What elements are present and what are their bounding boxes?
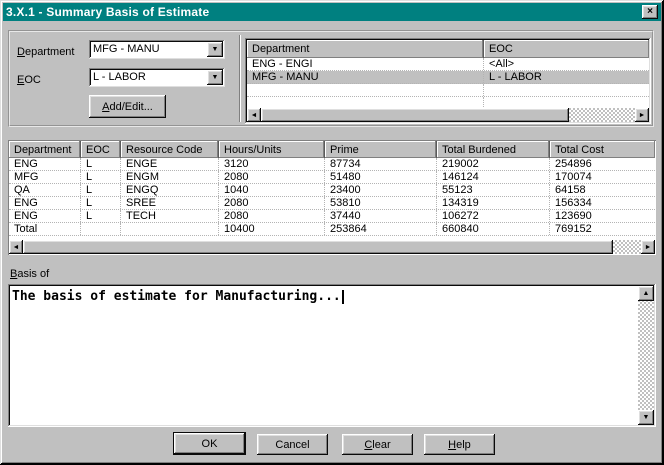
chevron-down-icon: ▼: [212, 46, 219, 53]
summary-table: Department EOC Resource Code Hours/Units…: [8, 140, 656, 255]
filter-group: Department MFG - MANU ▼ EOC L - LABOR ▼ …: [8, 30, 654, 127]
clear-button[interactable]: Clear: [342, 434, 413, 455]
title-bar[interactable]: 3.X.1 - Summary Basis of Estimate ×: [3, 3, 661, 21]
table-row[interactable]: ENG L TECH 2080 37440 106272 123690: [9, 210, 655, 223]
clear-button-label: Clear: [364, 439, 390, 451]
cancel-button[interactable]: Cancel: [257, 434, 328, 455]
selection-list-header: Department EOC: [247, 40, 649, 58]
selection-cell-department: ENG - ENGI: [247, 58, 484, 70]
help-button[interactable]: Help: [424, 434, 495, 455]
selection-list-empty-row: [247, 97, 649, 108]
chevron-down-icon: ▼: [212, 74, 219, 81]
add-edit-button-label: Add/Edit...: [102, 101, 153, 113]
header-total-cost[interactable]: Total Cost: [550, 141, 655, 158]
scroll-up-icon: ▲: [643, 290, 650, 297]
scroll-right-button[interactable]: ►: [641, 240, 655, 254]
selection-list-body: ENG - ENGI <All> MFG - MANU L - LABOR: [247, 58, 649, 108]
selection-list-empty-row: [247, 84, 649, 97]
header-department[interactable]: Department: [9, 141, 81, 158]
dialog-summary-basis-of-estimate: 3.X.1 - Summary Basis of Estimate × Depa…: [0, 0, 664, 465]
dialog-title: 3.X.1 - Summary Basis of Estimate: [6, 5, 209, 19]
eoc-label: EOC: [17, 74, 41, 86]
selection-list-row[interactable]: ENG - ENGI <All>: [247, 58, 649, 71]
selection-cell-department: MFG - MANU: [247, 71, 484, 83]
selection-cell-eoc: <All>: [484, 58, 649, 70]
header-prime[interactable]: Prime: [325, 141, 437, 158]
scroll-right-icon: ►: [645, 244, 652, 251]
basis-textarea[interactable]: The basis of estimate for Manufacturing.…: [8, 284, 656, 427]
table-row[interactable]: ENG L ENGE 3120 87734 219002 254896: [9, 158, 655, 171]
summary-table-hscrollbar[interactable]: ◄ ►: [9, 240, 655, 254]
eoc-combobox-value: L - LABOR: [93, 71, 146, 83]
close-icon: ×: [647, 7, 653, 17]
scroll-up-button[interactable]: ▲: [638, 286, 654, 301]
table-row-total[interactable]: Total 10400 253864 660840 769152: [9, 223, 655, 236]
department-dropdown-button[interactable]: ▼: [207, 42, 223, 57]
department-combobox-value: MFG - MANU: [93, 43, 160, 55]
department-combobox[interactable]: MFG - MANU ▼: [89, 40, 225, 59]
scroll-left-button[interactable]: ◄: [9, 240, 23, 254]
header-resource-code[interactable]: Resource Code: [121, 141, 219, 158]
ok-button-label: OK: [202, 438, 218, 450]
table-row[interactable]: MFG L ENGM 2080 51480 146124 170074: [9, 171, 655, 184]
group-divider: [239, 35, 241, 122]
scroll-right-button[interactable]: ►: [635, 108, 649, 122]
ok-button[interactable]: OK: [173, 432, 246, 455]
selection-list-header-department[interactable]: Department: [247, 40, 484, 58]
hscrollbar-thumb[interactable]: [261, 108, 569, 122]
table-row[interactable]: ENG L SREE 2080 53810 134319 156334: [9, 197, 655, 210]
eoc-dropdown-button[interactable]: ▼: [207, 70, 223, 85]
scroll-left-icon: ◄: [13, 244, 20, 251]
table-row[interactable]: QA L ENGQ 1040 23400 55123 64158: [9, 184, 655, 197]
selection-list: Department EOC ENG - ENGI <All> MFG - MA…: [245, 38, 651, 124]
help-button-label: Help: [448, 439, 471, 451]
scroll-right-icon: ►: [639, 112, 646, 119]
scroll-down-icon: ▼: [643, 414, 650, 421]
summary-table-body: ENG L ENGE 3120 87734 219002 254896 MFG …: [9, 158, 655, 240]
selection-list-row-selected[interactable]: MFG - MANU L - LABOR: [247, 71, 649, 84]
scroll-left-icon: ◄: [251, 112, 258, 119]
basis-of-label: Basis of: [10, 268, 49, 280]
header-eoc[interactable]: EOC: [81, 141, 121, 158]
add-edit-button[interactable]: Add/Edit...: [89, 95, 166, 118]
selection-list-header-eoc[interactable]: EOC: [484, 40, 649, 58]
scroll-left-button[interactable]: ◄: [247, 108, 261, 122]
close-button[interactable]: ×: [642, 5, 658, 19]
header-total-burdened[interactable]: Total Burdened: [437, 141, 550, 158]
basis-text: The basis of estimate for Manufacturing.…: [12, 289, 341, 304]
selection-list-hscrollbar[interactable]: ◄ ►: [247, 108, 649, 122]
scroll-down-button[interactable]: ▼: [638, 410, 654, 425]
header-hours-units[interactable]: Hours/Units: [219, 141, 325, 158]
text-caret: [342, 290, 344, 304]
selection-cell-eoc: L - LABOR: [484, 71, 649, 83]
basis-vscrollbar[interactable]: ▲ ▼: [638, 286, 654, 425]
summary-table-header: Department EOC Resource Code Hours/Units…: [9, 141, 655, 158]
department-label: Department: [17, 46, 74, 58]
cancel-button-label: Cancel: [275, 439, 309, 451]
hscrollbar-thumb[interactable]: [23, 240, 613, 254]
eoc-combobox[interactable]: L - LABOR ▼: [89, 68, 225, 87]
basis-text-line: The basis of estimate for Manufacturing.…: [12, 287, 634, 305]
